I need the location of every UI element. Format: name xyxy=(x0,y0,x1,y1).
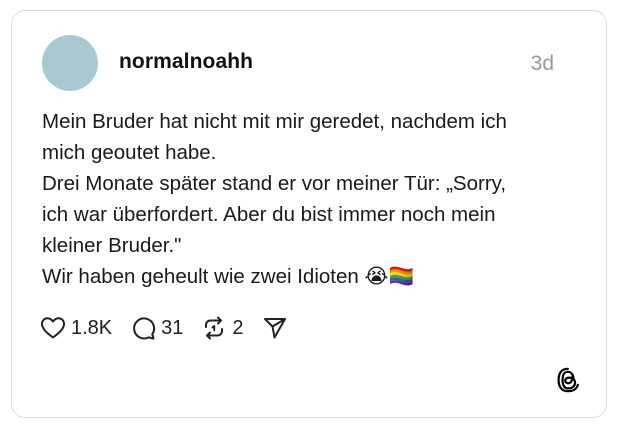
heart-icon xyxy=(40,316,66,340)
repost-icon xyxy=(201,315,227,341)
post-timestamp: 3d xyxy=(530,52,554,75)
post-text: Mein Bruder hat nicht mit mir geredet, n… xyxy=(42,106,582,292)
reply-button[interactable]: 31 xyxy=(130,315,183,341)
repost-button[interactable]: 2 xyxy=(201,315,244,341)
like-button[interactable]: 1.8K xyxy=(40,316,112,340)
share-icon xyxy=(262,315,288,341)
post-card[interactable]: normalnoahh 3d Mein Bruder hat nicht mit… xyxy=(11,10,607,418)
like-count: 1.8K xyxy=(71,316,113,339)
threads-logo-icon[interactable] xyxy=(556,367,580,393)
avatar[interactable] xyxy=(42,35,98,91)
post-text-line: mich geoutet habe. xyxy=(42,141,217,164)
reply-count: 31 xyxy=(161,316,184,339)
repost-count: 2 xyxy=(232,316,244,339)
post-actions: 1.8K 31 2 xyxy=(40,314,306,342)
post-text-line: kleiner Bruder." xyxy=(42,234,182,257)
post-text-line: Drei Monate später stand er vor meiner T… xyxy=(42,172,507,195)
share-button[interactable] xyxy=(262,315,288,341)
author-username[interactable]: normalnoahh xyxy=(119,50,253,74)
post-text-line: Wir haben geheult wie zwei Idioten 😭🏳️‍🌈 xyxy=(42,265,414,288)
comment-icon xyxy=(130,315,156,341)
post-text-line: Mein Bruder hat nicht mit mir geredet, n… xyxy=(42,110,507,133)
post-text-line: ich war überfordert. Aber du bist immer … xyxy=(42,203,496,226)
